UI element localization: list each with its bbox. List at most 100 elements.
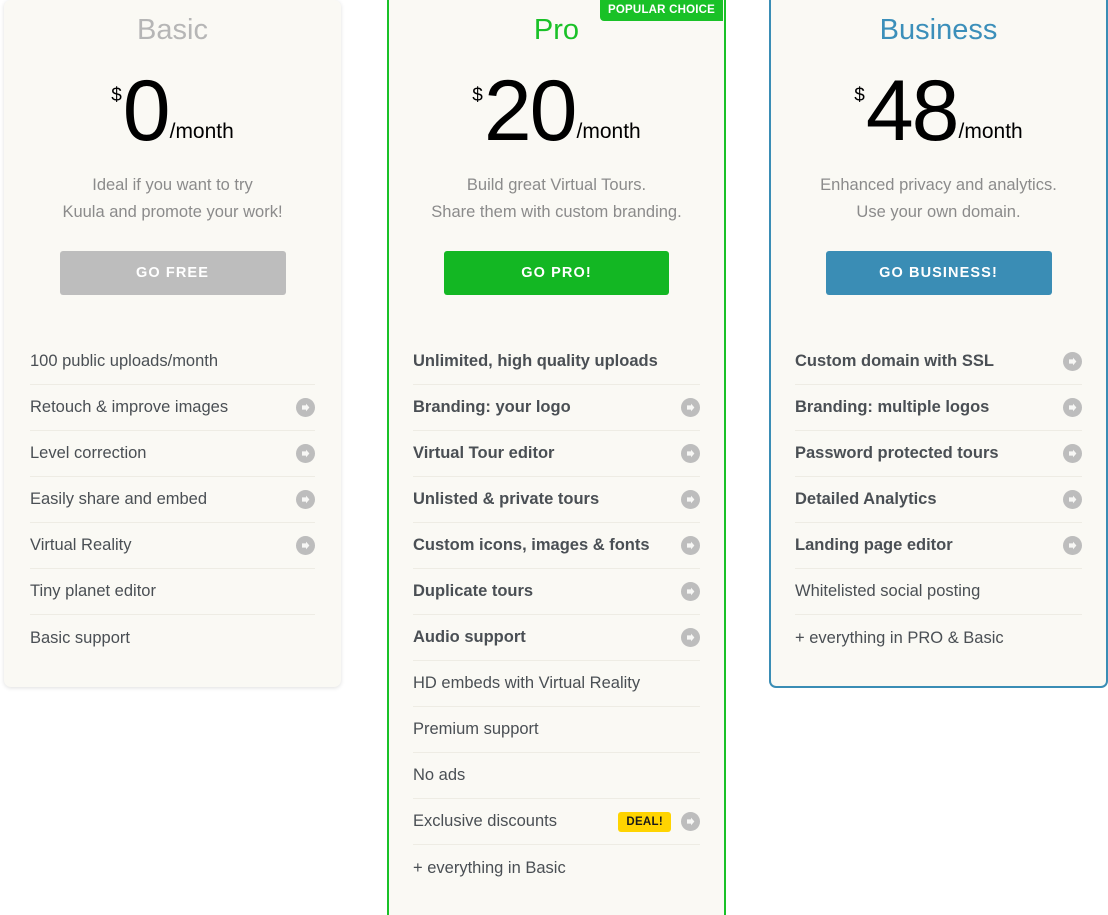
currency-symbol: $ <box>472 85 483 106</box>
feature-label: Whitelisted social posting <box>795 582 981 601</box>
plan-tagline-pro: Build great Virtual Tours. Share them wi… <box>407 172 706 226</box>
plan-card-basic: Basic $ 0 /month Ideal if you want to tr… <box>4 0 341 687</box>
feature-label: Unlisted & private tours <box>413 490 600 509</box>
price-amount: 20 <box>483 62 578 159</box>
arrow-right-circle-icon[interactable] <box>1063 536 1082 556</box>
price-amount: 0 <box>122 62 171 159</box>
feature-label: Virtual Reality <box>30 536 132 555</box>
feature-item: Detailed Analytics <box>795 477 1082 524</box>
feature-label: Premium support <box>413 720 539 739</box>
feature-item: Unlisted & private tours <box>413 477 700 524</box>
arrow-right-circle-icon[interactable] <box>296 444 315 464</box>
feature-item: Level correction <box>30 431 315 478</box>
arrow-spacer <box>296 629 315 648</box>
feature-label: Detailed Analytics <box>795 490 937 509</box>
arrow-right-circle-icon[interactable] <box>296 398 315 418</box>
arrow-right-circle-icon[interactable] <box>1063 444 1082 464</box>
plan-card-business: Business $ 48 /month Enhanced privacy an… <box>769 0 1108 688</box>
feature-label: Basic support <box>30 628 130 647</box>
feature-item: No ads <box>413 753 700 800</box>
arrow-right-circle-icon[interactable] <box>681 490 700 510</box>
feature-label: Custom domain with SSL <box>795 352 994 371</box>
plan-title-basic: Basic <box>137 14 208 46</box>
arrow-right-circle-icon[interactable] <box>296 490 315 510</box>
feature-item: + everything in Basic <box>413 845 700 891</box>
plan-price-basic: $ 0 /month <box>22 55 323 159</box>
feature-item: Unlimited, high quality uploads <box>413 339 700 386</box>
arrow-right-circle-icon[interactable] <box>681 536 700 556</box>
arrow-right-circle-icon[interactable] <box>681 444 700 464</box>
feature-item: Custom icons, images & fonts <box>413 523 700 570</box>
arrow-right-circle-icon[interactable] <box>681 582 700 602</box>
go-pro-button[interactable]: GO PRO! <box>444 251 669 296</box>
feature-item: Duplicate tours <box>413 569 700 616</box>
feature-label: + everything in Basic <box>413 858 566 877</box>
feature-label: Branding: multiple logos <box>795 398 990 417</box>
arrow-spacer <box>681 859 700 878</box>
arrow-spacer <box>681 352 700 371</box>
popular-choice-badge: POPULAR CHOICE <box>600 0 723 21</box>
feature-label: Unlimited, high quality uploads <box>413 352 658 371</box>
go-free-button[interactable]: GO FREE <box>59 251 286 296</box>
price-period: /month <box>958 120 1023 143</box>
arrow-right-circle-icon[interactable] <box>1063 352 1082 372</box>
arrow-spacer <box>681 766 700 785</box>
feature-label: Retouch & improve images <box>30 398 229 417</box>
arrow-spacer <box>296 352 315 371</box>
arrow-right-circle-icon[interactable] <box>681 398 700 418</box>
feature-item: Premium support <box>413 707 700 754</box>
feature-item: Whitelisted social posting <box>795 569 1082 616</box>
arrow-right-circle-icon[interactable] <box>1063 490 1082 510</box>
tagline-line-2: Use your own domain. <box>856 203 1021 222</box>
feature-item: Basic support <box>30 615 315 661</box>
arrow-spacer <box>1063 582 1082 601</box>
price-period: /month <box>576 120 641 143</box>
go-business-button[interactable]: GO BUSINESS! <box>825 251 1052 296</box>
feature-item: Audio support <box>413 615 700 662</box>
feature-label: Virtual Tour editor <box>413 444 555 463</box>
tagline-line-2: Kuula and promote your work! <box>62 203 283 222</box>
plan-tagline-business: Enhanced privacy and analytics. Use your… <box>789 172 1088 226</box>
plan-header-pro: Pro $ 20 /month Build great Virtual Tour… <box>389 0 724 296</box>
feature-item: Tiny planet editor <box>30 569 315 616</box>
currency-symbol: $ <box>111 85 122 106</box>
pricing-table: Basic $ 0 /month Ideal if you want to tr… <box>0 0 1108 915</box>
tagline-line-2: Share them with custom branding. <box>431 203 682 222</box>
feature-label: Duplicate tours <box>413 582 534 601</box>
feature-item: Custom domain with SSL <box>795 339 1082 386</box>
arrow-right-circle-icon[interactable] <box>296 536 315 556</box>
feature-list-pro: Unlimited, high quality uploads Branding… <box>389 339 724 891</box>
feature-item: Retouch & improve images <box>30 385 315 432</box>
feature-item: Virtual Tour editor <box>413 431 700 478</box>
deal-badge[interactable]: DEAL! <box>618 811 671 832</box>
tagline-line-1: Enhanced privacy and analytics. <box>820 176 1057 194</box>
plan-tagline-basic: Ideal if you want to try Kuula and promo… <box>22 172 323 226</box>
feature-item: Exclusive discounts DEAL! <box>413 799 700 846</box>
arrow-right-circle-icon[interactable] <box>681 812 700 832</box>
arrow-spacer <box>681 674 700 693</box>
feature-list-basic: 100 public uploads/month Retouch & impro… <box>4 339 341 661</box>
arrow-right-circle-icon[interactable] <box>1063 398 1082 418</box>
arrow-right-circle-icon[interactable] <box>681 628 700 648</box>
feature-label: Exclusive discounts <box>413 812 557 831</box>
feature-item: Branding: multiple logos <box>795 385 1082 432</box>
feature-label: No ads <box>413 766 466 785</box>
feature-label: Level correction <box>30 444 147 463</box>
price-period: /month <box>169 120 234 143</box>
arrow-spacer <box>1063 629 1082 648</box>
plan-header-business: Business $ 48 /month Enhanced privacy an… <box>771 0 1106 296</box>
feature-label: 100 public uploads/month <box>30 352 219 371</box>
feature-item: HD embeds with Virtual Reality <box>413 661 700 708</box>
feature-label: Easily share and embed <box>30 490 208 509</box>
feature-item: Easily share and embed <box>30 477 315 524</box>
feature-label: Tiny planet editor <box>30 582 156 601</box>
arrow-spacer <box>681 720 700 739</box>
tagline-line-1: Ideal if you want to try <box>92 176 253 194</box>
feature-label: Custom icons, images & fonts <box>413 536 650 555</box>
feature-item: Password protected tours <box>795 431 1082 478</box>
plan-header-basic: Basic $ 0 /month Ideal if you want to tr… <box>4 0 341 296</box>
feature-list-business: Custom domain with SSL Branding: multipl… <box>771 339 1106 661</box>
plan-title-business: Business <box>879 14 998 46</box>
price-amount: 48 <box>865 62 960 159</box>
feature-label: Landing page editor <box>795 536 953 555</box>
